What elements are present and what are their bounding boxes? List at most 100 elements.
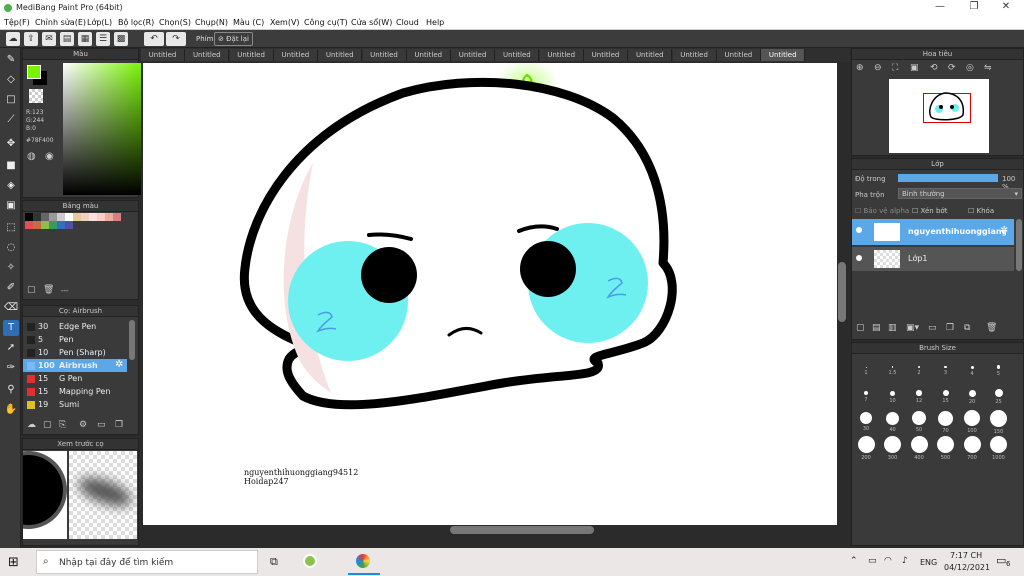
volume-icon[interactable]: ♪ <box>902 556 908 566</box>
menu-cloud[interactable]: Cloud <box>396 18 419 27</box>
document-tab[interactable]: Untitled <box>318 49 363 61</box>
chevron-up-icon[interactable]: ⌃ <box>850 556 858 566</box>
opacity-slider[interactable] <box>898 174 998 182</box>
new-halftone-layer-icon[interactable]: ▤ <box>872 323 881 333</box>
document-tab[interactable]: Untitled <box>273 49 318 61</box>
select-pen-tool-icon[interactable]: ✐ <box>3 280 19 296</box>
brush-list-item[interactable]: 19 Sumi <box>23 398 127 411</box>
gradient-tool-icon[interactable]: ▣ <box>3 198 19 214</box>
lock-checkbox[interactable]: ☐ Khóa <box>968 207 994 215</box>
document-tab[interactable]: Untitled <box>495 49 540 61</box>
app-icon-green[interactable] <box>303 554 317 568</box>
rotate-left-icon[interactable]: ⟲ <box>930 63 938 73</box>
new-8bit-layer-icon[interactable]: ▥ <box>888 323 897 333</box>
document-tab[interactable]: Untitled <box>406 49 451 61</box>
brush-size-option[interactable]: 15 <box>934 383 958 408</box>
brush-size-option[interactable]: 1 <box>854 357 878 382</box>
eraser-tool-icon[interactable]: ◇ <box>3 72 19 88</box>
operation-tool-icon[interactable]: ➚ <box>3 340 19 356</box>
brush-list-item[interactable]: 30 Edge Pen <box>23 320 127 333</box>
notification-icon[interactable]: ▭ <box>996 554 1006 567</box>
brush-size-option[interactable]: 1.5 <box>881 357 905 382</box>
maximize-button[interactable]: ❐ <box>958 1 990 15</box>
select-eraser-tool-icon[interactable]: ⌫ <box>3 300 19 316</box>
brush-list-item[interactable]: 100 Airbrush ✲ <box>23 359 127 372</box>
task-view-icon[interactable]: ⧉ <box>270 555 278 569</box>
layers-icon[interactable]: ▤ <box>60 32 74 46</box>
blend-select[interactable]: Bình thường ▾ <box>898 188 1022 199</box>
zoom-out-icon[interactable]: ⊖ <box>874 63 882 73</box>
brush-import-icon[interactable]: ⎘ <box>59 420 66 430</box>
divide-tool-icon[interactable]: ✑ <box>3 360 19 376</box>
add-layer-dropdown-icon[interactable]: ▣▾ <box>906 323 919 333</box>
brush-list-item[interactable]: 5 Pen <box>23 333 127 346</box>
document-tab[interactable]: Untitled <box>141 49 185 61</box>
brush-add-icon[interactable]: ☁ <box>27 420 36 430</box>
grid-icon[interactable]: ▩ <box>114 32 128 46</box>
list-icon[interactable]: ☰ <box>96 32 110 46</box>
layer-row[interactable]: Lớp1 <box>852 247 1014 271</box>
menu-snap[interactable]: Chụp(N) <box>195 18 228 27</box>
network-icon[interactable]: ▭ <box>868 556 877 566</box>
comment-icon[interactable]: ✉ <box>42 32 56 46</box>
brush-size-option[interactable]: 12 <box>907 383 931 408</box>
rect-tool-icon[interactable]: □ <box>3 92 19 108</box>
flip-icon[interactable]: ⇋ <box>984 63 992 73</box>
clock-time[interactable]: 7:17 CH <box>950 551 982 560</box>
layer-folder-icon[interactable]: ▭ <box>928 323 937 333</box>
document-tab[interactable]: Untitled <box>185 49 230 61</box>
drawing-canvas[interactable]: nguyenthihuonggiang94512 Hoidap247 <box>143 63 837 525</box>
brush-copy-icon[interactable]: ❐ <box>115 420 123 430</box>
brush-size-option[interactable]: 700 <box>960 435 984 461</box>
brush-size-option[interactable]: 10 <box>881 383 905 408</box>
brush-size-option[interactable]: 400 <box>907 435 931 461</box>
document-tab[interactable]: Untitled <box>229 49 274 61</box>
brush-size-option[interactable]: 50 <box>907 409 931 434</box>
menu-layer[interactable]: Lớp(L) <box>87 18 112 27</box>
document-tab[interactable]: Untitled <box>761 49 806 61</box>
brush-size-option[interactable]: 20 <box>960 383 984 408</box>
color-palette-icon[interactable]: ◉ <box>45 151 54 162</box>
brush-tool-icon[interactable]: ✎ <box>3 52 19 68</box>
line-tool-icon[interactable]: ⟋ <box>3 112 19 128</box>
brush-list-item[interactable]: 15 G Pen <box>23 372 127 385</box>
brush-size-option[interactable]: 150 <box>987 409 1011 435</box>
select-tool-icon[interactable]: ⬚ <box>3 220 19 236</box>
brush-size-option[interactable]: 40 <box>881 409 905 434</box>
brush-size-option[interactable]: 4 <box>960 357 984 382</box>
brush-size-option[interactable]: 1000 <box>987 435 1011 461</box>
brush-size-option[interactable]: 200 <box>854 435 878 461</box>
bucket-tool-icon[interactable]: ◈ <box>3 178 19 194</box>
brush-size-option[interactable]: 30 <box>854 409 878 434</box>
layer-row[interactable]: nguyenthihuonggiang94512 ✲ <box>852 219 1014 245</box>
eyedropper-tool-icon[interactable]: ⚲ <box>3 382 19 398</box>
navigator-thumbnail[interactable] <box>889 79 989 153</box>
brush-folder-icon[interactable]: ▭ <box>97 420 106 430</box>
horizontal-scrollbar[interactable] <box>450 526 594 534</box>
delete-palette-icon[interactable]: 🗑 <box>43 285 54 295</box>
brush-size-option[interactable]: 300 <box>881 435 905 461</box>
visibility-icon[interactable] <box>856 255 862 261</box>
duplicate-layer-icon[interactable]: ❐ <box>946 323 954 333</box>
protect-alpha-checkbox[interactable]: ☐ Bảo vệ alpha <box>855 207 909 215</box>
document-tab[interactable]: Untitled <box>584 49 628 61</box>
fit-icon[interactable]: ⛶ <box>892 63 898 73</box>
minimize-button[interactable]: — <box>924 1 956 15</box>
merge-layer-icon[interactable]: ⧉ <box>964 323 970 333</box>
palette-swatches[interactable] <box>25 213 125 233</box>
fill-rect-tool-icon[interactable]: ■ <box>3 158 19 174</box>
brush-list-item[interactable]: 15 Mapping Pen <box>23 385 127 398</box>
menu-color[interactable]: Màu (C) <box>233 18 264 27</box>
actual-size-icon[interactable]: ▣ <box>910 63 919 73</box>
brush-size-option[interactable]: 70 <box>934 409 958 434</box>
gear-icon[interactable]: ✲ <box>1000 225 1008 236</box>
text-tool-icon[interactable]: T <box>3 320 19 336</box>
visibility-icon[interactable] <box>856 227 862 233</box>
brush-size-option[interactable]: 25 <box>987 383 1011 408</box>
rotate-right-icon[interactable]: ⟳ <box>948 63 956 73</box>
reset-button[interactable]: ⊘ Đặt lại <box>214 32 253 46</box>
brush-size-option[interactable]: 100 <box>960 409 984 434</box>
menu-file[interactable]: Tệp(F) <box>4 18 30 27</box>
magic-wand-tool-icon[interactable]: ✧ <box>3 260 19 276</box>
document-tab[interactable]: Untitled <box>672 49 717 61</box>
